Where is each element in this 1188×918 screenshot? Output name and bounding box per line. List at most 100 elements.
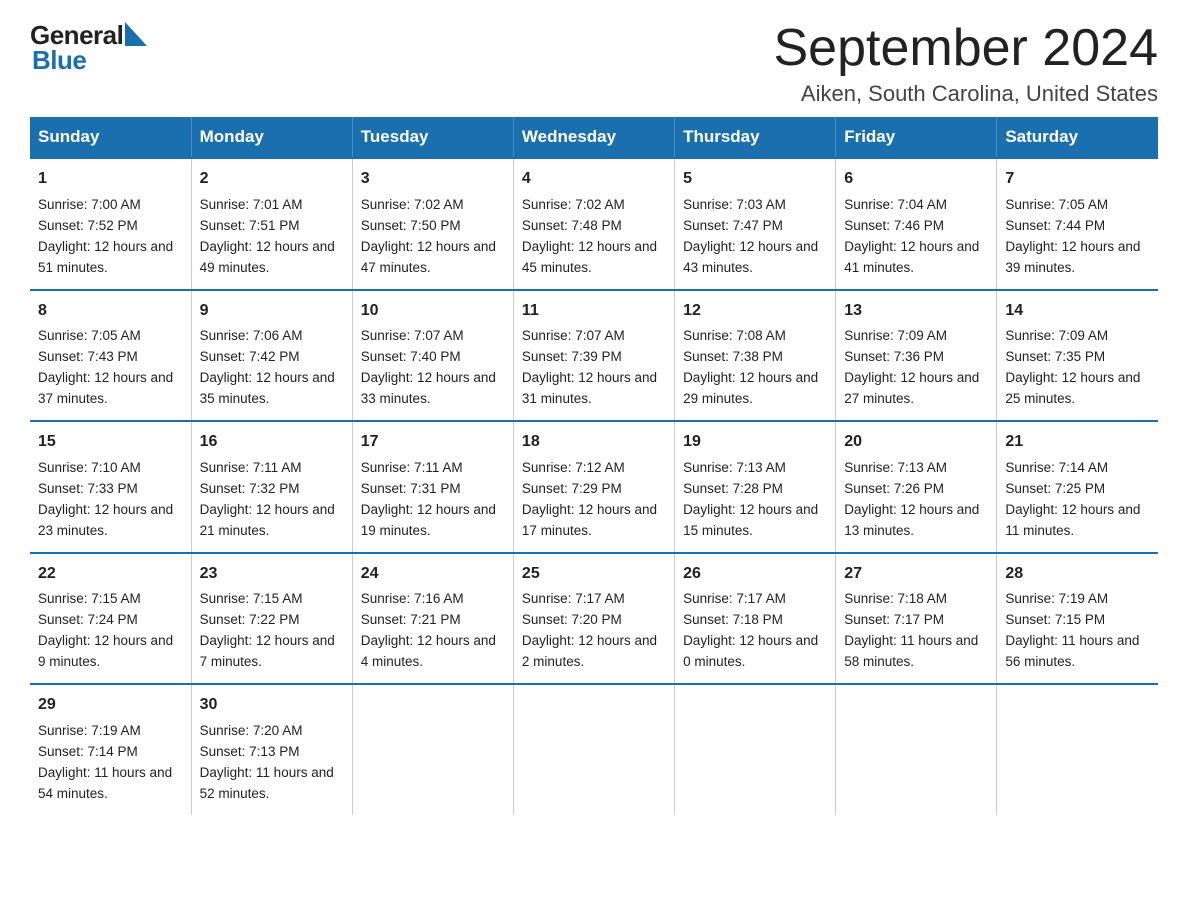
day-number: 20 [844,430,988,455]
day-number: 22 [38,562,183,587]
day-info: Sunrise: 7:06 AMSunset: 7:42 PMDaylight:… [200,328,335,406]
day-info: Sunrise: 7:03 AMSunset: 7:47 PMDaylight:… [683,197,818,275]
day-number: 6 [844,167,988,192]
logo: General Blue [30,20,147,76]
day-number: 8 [38,299,183,324]
day-number: 4 [522,167,666,192]
calendar-cell: 17 Sunrise: 7:11 AMSunset: 7:31 PMDaylig… [352,421,513,552]
day-number: 29 [38,693,183,718]
day-info: Sunrise: 7:09 AMSunset: 7:36 PMDaylight:… [844,328,979,406]
day-number: 2 [200,167,344,192]
col-header-tuesday: Tuesday [352,117,513,158]
day-number: 3 [361,167,505,192]
day-info: Sunrise: 7:16 AMSunset: 7:21 PMDaylight:… [361,591,496,669]
calendar-week-5: 29 Sunrise: 7:19 AMSunset: 7:14 PMDaylig… [30,684,1158,814]
calendar-cell [513,684,674,814]
calendar-cell: 9 Sunrise: 7:06 AMSunset: 7:42 PMDayligh… [191,290,352,421]
calendar-cell: 2 Sunrise: 7:01 AMSunset: 7:51 PMDayligh… [191,158,352,289]
calendar-week-2: 8 Sunrise: 7:05 AMSunset: 7:43 PMDayligh… [30,290,1158,421]
col-header-saturday: Saturday [997,117,1158,158]
col-header-thursday: Thursday [675,117,836,158]
day-number: 23 [200,562,344,587]
day-info: Sunrise: 7:09 AMSunset: 7:35 PMDaylight:… [1005,328,1140,406]
day-info: Sunrise: 7:15 AMSunset: 7:22 PMDaylight:… [200,591,335,669]
day-info: Sunrise: 7:17 AMSunset: 7:18 PMDaylight:… [683,591,818,669]
day-info: Sunrise: 7:20 AMSunset: 7:13 PMDaylight:… [200,723,334,801]
day-number: 16 [200,430,344,455]
calendar-cell: 29 Sunrise: 7:19 AMSunset: 7:14 PMDaylig… [30,684,191,814]
calendar-cell [352,684,513,814]
col-header-sunday: Sunday [30,117,191,158]
col-header-friday: Friday [836,117,997,158]
day-number: 1 [38,167,183,192]
calendar-cell: 27 Sunrise: 7:18 AMSunset: 7:17 PMDaylig… [836,553,997,684]
day-number: 25 [522,562,666,587]
calendar-cell: 25 Sunrise: 7:17 AMSunset: 7:20 PMDaylig… [513,553,674,684]
day-info: Sunrise: 7:14 AMSunset: 7:25 PMDaylight:… [1005,460,1140,538]
day-number: 15 [38,430,183,455]
day-info: Sunrise: 7:04 AMSunset: 7:46 PMDaylight:… [844,197,979,275]
day-number: 17 [361,430,505,455]
day-number: 30 [200,693,344,718]
calendar-cell [997,684,1158,814]
day-number: 10 [361,299,505,324]
calendar-cell: 15 Sunrise: 7:10 AMSunset: 7:33 PMDaylig… [30,421,191,552]
page-header: General Blue September 2024 Aiken, South… [30,20,1158,107]
calendar-cell: 13 Sunrise: 7:09 AMSunset: 7:36 PMDaylig… [836,290,997,421]
calendar-cell: 22 Sunrise: 7:15 AMSunset: 7:24 PMDaylig… [30,553,191,684]
calendar-week-1: 1 Sunrise: 7:00 AMSunset: 7:52 PMDayligh… [30,158,1158,289]
day-info: Sunrise: 7:05 AMSunset: 7:44 PMDaylight:… [1005,197,1140,275]
day-info: Sunrise: 7:07 AMSunset: 7:39 PMDaylight:… [522,328,657,406]
day-number: 14 [1005,299,1150,324]
calendar-cell: 11 Sunrise: 7:07 AMSunset: 7:39 PMDaylig… [513,290,674,421]
day-info: Sunrise: 7:13 AMSunset: 7:26 PMDaylight:… [844,460,979,538]
col-header-wednesday: Wednesday [513,117,674,158]
day-info: Sunrise: 7:19 AMSunset: 7:15 PMDaylight:… [1005,591,1139,669]
day-number: 19 [683,430,827,455]
day-number: 27 [844,562,988,587]
calendar-cell: 30 Sunrise: 7:20 AMSunset: 7:13 PMDaylig… [191,684,352,814]
day-info: Sunrise: 7:10 AMSunset: 7:33 PMDaylight:… [38,460,173,538]
day-number: 18 [522,430,666,455]
title-area: September 2024 Aiken, South Carolina, Un… [774,20,1159,107]
day-info: Sunrise: 7:05 AMSunset: 7:43 PMDaylight:… [38,328,173,406]
day-number: 5 [683,167,827,192]
calendar-cell: 8 Sunrise: 7:05 AMSunset: 7:43 PMDayligh… [30,290,191,421]
calendar-header: SundayMondayTuesdayWednesdayThursdayFrid… [30,117,1158,158]
calendar-cell: 1 Sunrise: 7:00 AMSunset: 7:52 PMDayligh… [30,158,191,289]
day-number: 12 [683,299,827,324]
logo-blue-text: Blue [30,45,86,76]
month-title: September 2024 [774,20,1159,77]
day-number: 9 [200,299,344,324]
calendar-cell: 24 Sunrise: 7:16 AMSunset: 7:21 PMDaylig… [352,553,513,684]
calendar-cell: 6 Sunrise: 7:04 AMSunset: 7:46 PMDayligh… [836,158,997,289]
calendar-cell [675,684,836,814]
day-info: Sunrise: 7:02 AMSunset: 7:50 PMDaylight:… [361,197,496,275]
calendar-cell: 16 Sunrise: 7:11 AMSunset: 7:32 PMDaylig… [191,421,352,552]
calendar-cell: 12 Sunrise: 7:08 AMSunset: 7:38 PMDaylig… [675,290,836,421]
day-info: Sunrise: 7:12 AMSunset: 7:29 PMDaylight:… [522,460,657,538]
day-info: Sunrise: 7:01 AMSunset: 7:51 PMDaylight:… [200,197,335,275]
calendar-cell: 4 Sunrise: 7:02 AMSunset: 7:48 PMDayligh… [513,158,674,289]
calendar-week-3: 15 Sunrise: 7:10 AMSunset: 7:33 PMDaylig… [30,421,1158,552]
day-info: Sunrise: 7:19 AMSunset: 7:14 PMDaylight:… [38,723,172,801]
calendar-cell: 20 Sunrise: 7:13 AMSunset: 7:26 PMDaylig… [836,421,997,552]
calendar-cell: 19 Sunrise: 7:13 AMSunset: 7:28 PMDaylig… [675,421,836,552]
day-number: 21 [1005,430,1150,455]
calendar-cell: 18 Sunrise: 7:12 AMSunset: 7:29 PMDaylig… [513,421,674,552]
day-info: Sunrise: 7:15 AMSunset: 7:24 PMDaylight:… [38,591,173,669]
logo-arrow-icon [125,22,147,51]
day-info: Sunrise: 7:08 AMSunset: 7:38 PMDaylight:… [683,328,818,406]
day-info: Sunrise: 7:00 AMSunset: 7:52 PMDaylight:… [38,197,173,275]
day-number: 11 [522,299,666,324]
day-info: Sunrise: 7:11 AMSunset: 7:32 PMDaylight:… [200,460,335,538]
day-number: 24 [361,562,505,587]
calendar-week-4: 22 Sunrise: 7:15 AMSunset: 7:24 PMDaylig… [30,553,1158,684]
day-number: 7 [1005,167,1150,192]
calendar-body: 1 Sunrise: 7:00 AMSunset: 7:52 PMDayligh… [30,158,1158,814]
day-info: Sunrise: 7:02 AMSunset: 7:48 PMDaylight:… [522,197,657,275]
calendar-cell: 5 Sunrise: 7:03 AMSunset: 7:47 PMDayligh… [675,158,836,289]
calendar-cell: 3 Sunrise: 7:02 AMSunset: 7:50 PMDayligh… [352,158,513,289]
day-number: 28 [1005,562,1150,587]
calendar-cell: 28 Sunrise: 7:19 AMSunset: 7:15 PMDaylig… [997,553,1158,684]
